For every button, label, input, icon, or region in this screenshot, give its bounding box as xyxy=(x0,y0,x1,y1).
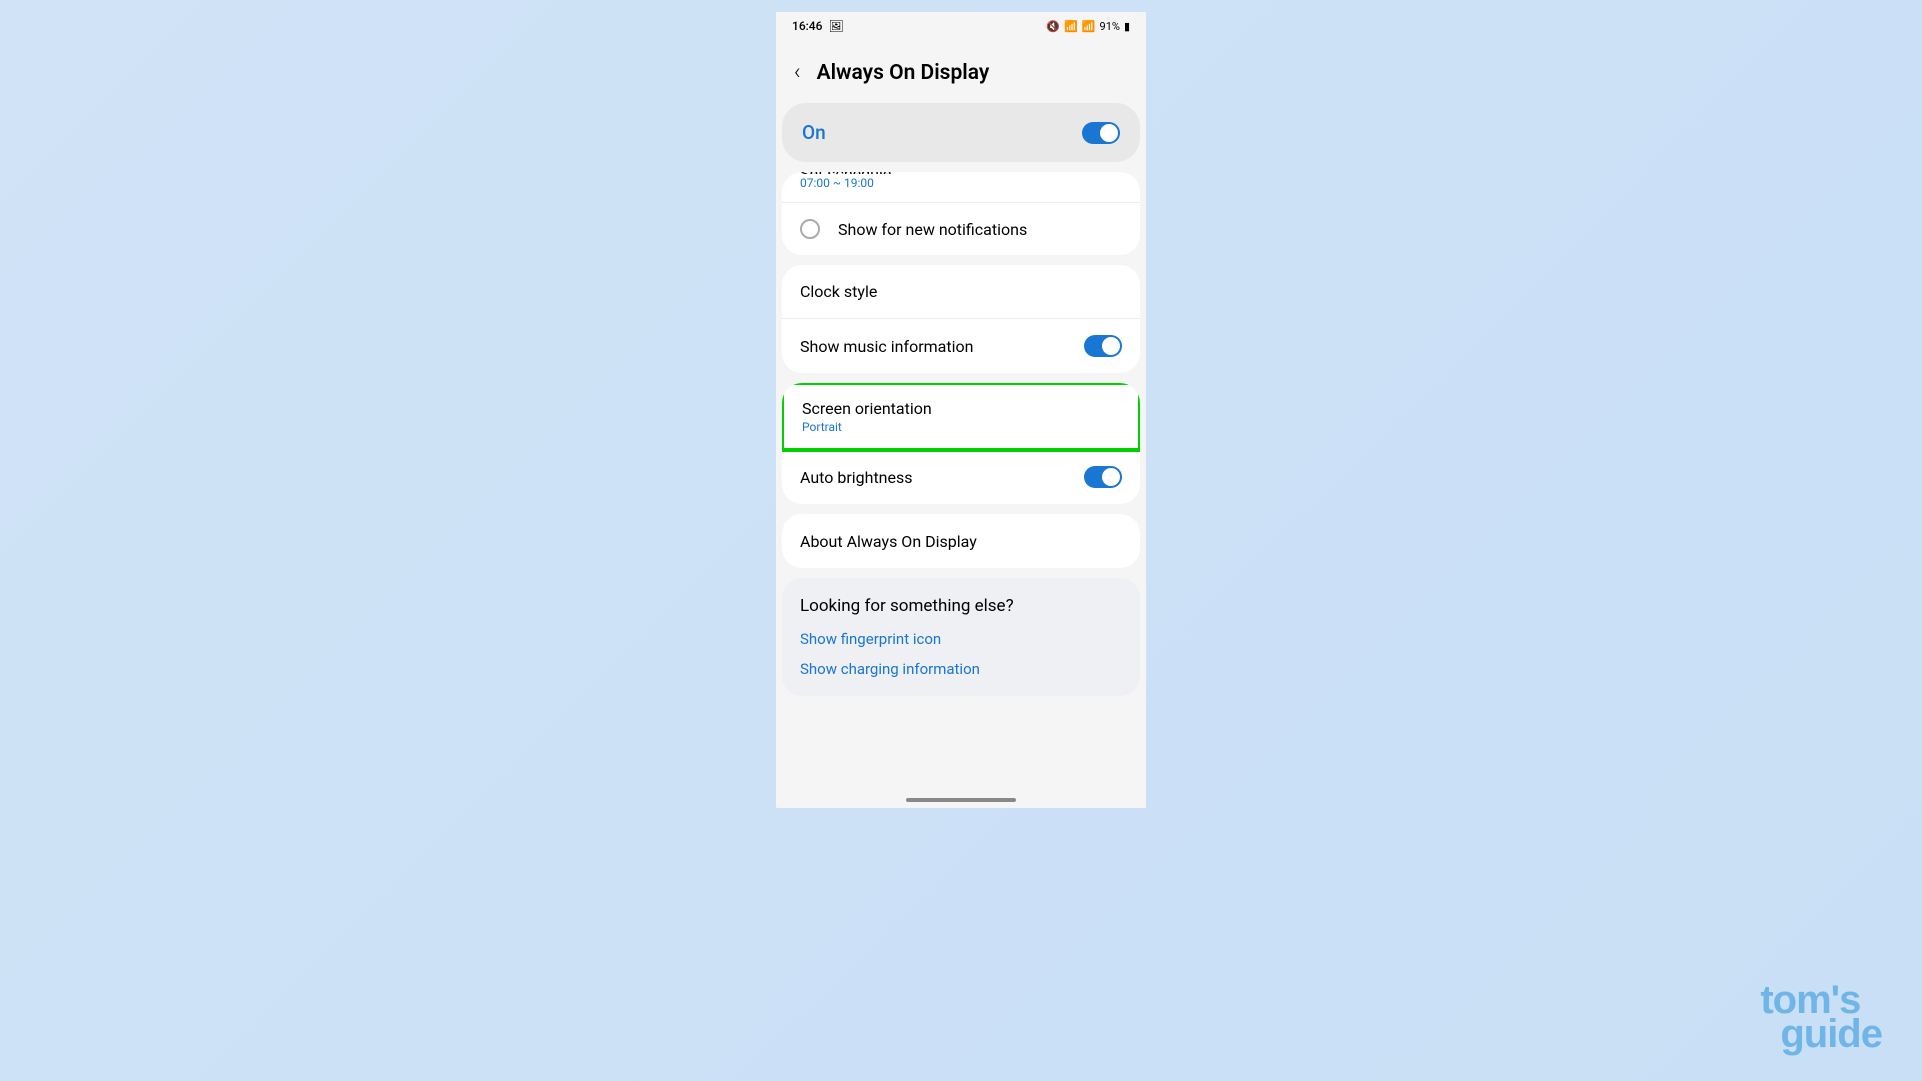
orientation-label: Screen orientation xyxy=(802,399,932,418)
style-card: Clock style Show music information xyxy=(782,265,1140,373)
looking-card: Looking for something else? Show fingerp… xyxy=(782,578,1140,696)
on-toggle-card[interactable]: On xyxy=(782,103,1140,162)
phone-screen: 16:46 🖼 🔇 📶 📶 91% ▮ ‹ Always On Display … xyxy=(776,12,1146,808)
header: ‹ Always On Display xyxy=(776,40,1146,103)
auto-brightness-label: Auto brightness xyxy=(800,468,913,487)
status-bar: 16:46 🖼 🔇 📶 📶 91% ▮ xyxy=(776,12,1146,40)
page-title: Always On Display xyxy=(817,61,990,85)
charging-link[interactable]: Show charging information xyxy=(800,660,1122,678)
on-label: On xyxy=(802,121,826,144)
auto-brightness-row[interactable]: Auto brightness xyxy=(782,450,1140,504)
home-indicator[interactable] xyxy=(906,798,1016,802)
set-schedule-value: 07:00 ~ 19:00 xyxy=(800,176,1122,190)
clock-style-row[interactable]: Clock style xyxy=(782,265,1140,319)
music-info-toggle[interactable] xyxy=(1084,335,1122,357)
fingerprint-link[interactable]: Show fingerprint icon xyxy=(800,630,1122,648)
music-info-label: Show music information xyxy=(800,337,973,356)
battery-percent: 91% xyxy=(1100,20,1120,33)
watermark-logo: tom's guide xyxy=(1760,983,1882,1051)
orientation-brightness-card: Screen orientation Portrait Auto brightn… xyxy=(782,383,1140,504)
looking-title: Looking for something else? xyxy=(800,596,1122,616)
orientation-content: Screen orientation Portrait xyxy=(802,399,932,434)
notifications-label: Show for new notifications xyxy=(838,220,1027,239)
screen-orientation-row[interactable]: Screen orientation Portrait xyxy=(784,385,1138,448)
set-schedule-label: Set schedule xyxy=(800,172,1122,174)
screen-orientation-highlight: Screen orientation Portrait xyxy=(782,383,1140,452)
status-right: 🔇 📶 📶 91% ▮ xyxy=(1046,20,1130,33)
mute-icon: 🔇 xyxy=(1046,20,1060,33)
orientation-value: Portrait xyxy=(802,420,932,434)
watermark-line2: guide xyxy=(1760,1017,1882,1051)
battery-icon: ▮ xyxy=(1124,20,1130,33)
back-button[interactable]: ‹ xyxy=(794,60,801,85)
about-row[interactable]: About Always On Display xyxy=(782,514,1140,568)
clock-style-label: Clock style xyxy=(800,282,877,301)
schedule-card: Set schedule 07:00 ~ 19:00 Show for new … xyxy=(782,172,1140,255)
music-info-row[interactable]: Show music information xyxy=(782,319,1140,373)
about-card: About Always On Display xyxy=(782,514,1140,568)
on-toggle-switch[interactable] xyxy=(1082,122,1120,144)
radio-unchecked-icon[interactable] xyxy=(800,219,820,239)
notifications-row[interactable]: Show for new notifications xyxy=(782,203,1140,255)
status-time: 16:46 xyxy=(792,19,822,33)
auto-brightness-toggle[interactable] xyxy=(1084,466,1122,488)
status-left: 16:46 🖼 xyxy=(792,19,844,33)
about-label: About Always On Display xyxy=(800,532,977,551)
set-schedule-row[interactable]: Set schedule 07:00 ~ 19:00 xyxy=(782,172,1140,202)
image-icon: 🖼 xyxy=(828,19,843,33)
wifi-icon: 📶 xyxy=(1064,20,1078,33)
signal-icon: 📶 xyxy=(1082,20,1096,33)
